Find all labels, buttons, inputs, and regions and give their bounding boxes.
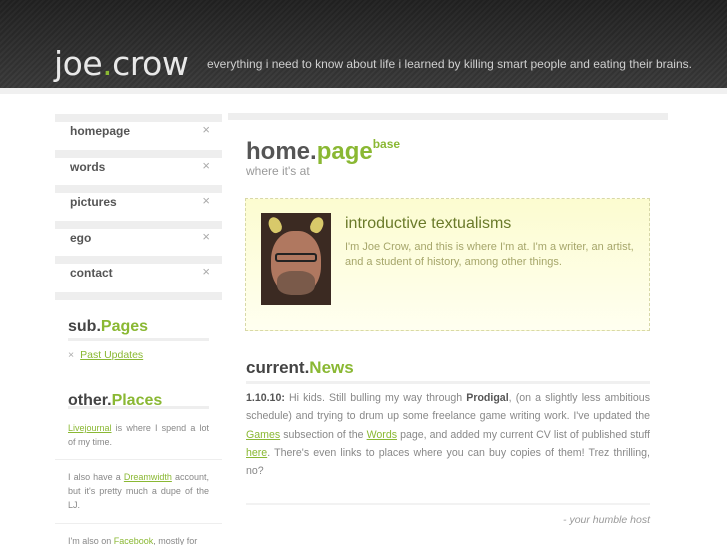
site-tagline: everything i need to know about life i l… [207,57,692,71]
x-icon: × [202,122,210,137]
nav-item-ego[interactable]: ego × [55,220,222,256]
nav-item-label: contact [70,266,113,280]
page-subtitle: where it's at [246,164,310,178]
nav-end-divider [55,291,222,300]
news-heading: current.News [246,358,354,377]
site-logo[interactable]: joe.crow [54,44,189,83]
news-rule [246,381,650,384]
sub-pages-heading: sub.Pages [68,318,149,335]
news-entry: 1.10.10: Hi kids. Still bulling my way t… [246,392,650,478]
nav-item-contact[interactable]: contact × [55,256,222,292]
x-icon: × [202,264,210,279]
nav-item-words[interactable]: words × [55,149,222,185]
news-signature: - your humble host [563,514,650,526]
news-date: 1.10.10: [246,392,285,404]
intro-text: I'm Joe Crow, and this is where I'm at. … [345,241,634,268]
nav-item-label: homepage [70,124,131,138]
livejournal-link[interactable]: Livejournal [68,423,112,433]
games-link[interactable]: Games [246,429,280,441]
avatar [261,213,331,305]
nav-item-homepage[interactable]: homepage × [55,114,222,150]
cv-here-link[interactable]: here [246,447,267,459]
livejournal-paragraph: Livejournal is where I spend a lot of my… [68,423,209,447]
intro-box: introductive textualisms I'm Joe Crow, a… [245,198,650,331]
page-title: home.pagebase [246,137,401,165]
main-nav: homepage × words × pictures × ego × cont… [55,114,222,300]
sidebar-divider [55,459,222,460]
nav-item-label: words [70,159,106,174]
x-icon: × [202,228,210,244]
words-link[interactable]: Words [367,429,397,441]
sub-pages-list: × Past Updates [68,349,143,361]
dreamwidth-paragraph: I also have a Dreamwidth account, but it… [68,472,209,510]
other-places-rule [68,406,209,409]
main-top-strip [228,113,668,120]
facebook-paragraph: I'm also on Facebook, mostly for [68,536,198,545]
news-end-rule [246,503,650,505]
sidebar-divider [55,523,222,524]
x-icon: × [202,193,210,208]
x-icon: × [68,349,75,361]
nav-item-pictures[interactable]: pictures × [55,185,222,221]
nav-item-label: pictures [70,195,117,209]
intro-heading: introductive textualisms [345,215,512,232]
sub-pages-rule [68,338,209,341]
nav-item-label: ego [70,230,92,245]
dreamwidth-link[interactable]: Dreamwidth [124,472,172,482]
past-updates-link[interactable]: Past Updates [80,349,143,361]
header-divider [0,88,727,94]
facebook-link[interactable]: Facebook [114,536,154,545]
x-icon: × [202,157,210,173]
